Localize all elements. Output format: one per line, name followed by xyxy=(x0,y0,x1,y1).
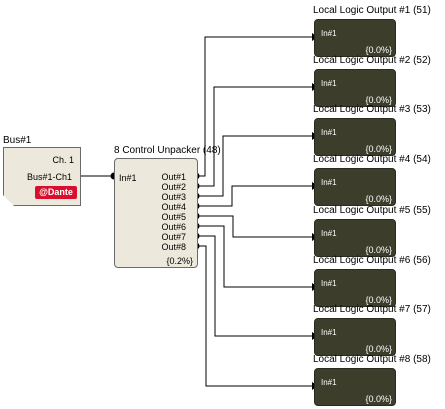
logic-output-status: {0.0%} xyxy=(365,344,392,354)
bus-port-label: Bus#1-Ch1 xyxy=(26,172,72,182)
unpacker-output-label: Out#6 xyxy=(161,222,186,232)
logic-output-title: Local Logic Output #1 (51) xyxy=(313,5,431,16)
unpacker-output-label: Out#7 xyxy=(161,232,186,242)
logic-output-block[interactable]: In#1 {0.0%} xyxy=(314,168,396,206)
unpacker-output-label: Out#4 xyxy=(161,202,186,212)
wire-out7 xyxy=(196,235,312,337)
logic-output-input-label: In#1 xyxy=(321,29,337,38)
logic-output-title: Local Logic Output #5 (55) xyxy=(313,205,431,216)
logic-output-block[interactable]: In#1 {0.0%} xyxy=(314,318,396,356)
logic-output-input-label: In#1 xyxy=(321,229,337,238)
wire-out6 xyxy=(196,225,312,288)
unpacker-status: {0.2%} xyxy=(166,256,193,266)
unpacker-input-label: In#1 xyxy=(119,173,137,183)
logic-output-title: Local Logic Output #4 (54) xyxy=(313,154,431,165)
logic-output-block[interactable]: In#1 {0.0%} xyxy=(314,19,396,57)
bus-block[interactable]: Ch. 1 Bus#1-Ch1 @Dante xyxy=(3,147,81,206)
logic-output-title: Local Logic Output #2 (52) xyxy=(313,55,431,66)
logic-output-input-label: In#1 xyxy=(321,79,337,88)
logic-output-status: {0.0%} xyxy=(365,394,392,404)
bus-title: Bus#1 xyxy=(3,135,32,146)
control-unpacker-block[interactable]: In#1 Out#1 Out#2 Out#3 Out#4 Out#5 Out#6… xyxy=(114,158,198,268)
logic-output-block[interactable]: In#1 {0.0%} xyxy=(314,118,396,156)
logic-output-block[interactable]: In#1 {0.0%} xyxy=(314,269,396,307)
logic-output-input-label: In#1 xyxy=(321,128,337,137)
unpacker-output-label: Out#3 xyxy=(161,192,186,202)
logic-output-title: Local Logic Output #7 (57) xyxy=(313,304,431,315)
unpacker-title: 8 Control Unpacker (48) xyxy=(114,145,221,156)
unpacker-output-label: Out#2 xyxy=(161,182,186,192)
logic-output-input-label: In#1 xyxy=(321,178,337,187)
logic-output-input-label: In#1 xyxy=(321,378,337,387)
logic-output-input-label: In#1 xyxy=(321,279,337,288)
unpacker-output-label: Out#8 xyxy=(161,242,186,252)
logic-output-status: {0.0%} xyxy=(365,194,392,204)
logic-output-status: {0.0%} xyxy=(365,245,392,255)
logic-output-status: {0.0%} xyxy=(365,144,392,154)
wire-out8 xyxy=(196,245,312,387)
logic-output-block[interactable]: In#1 {0.0%} xyxy=(314,219,396,257)
logic-output-status: {0.0%} xyxy=(365,45,392,55)
bus-channel-label: Ch. 1 xyxy=(52,155,74,165)
logic-output-block[interactable]: In#1 {0.0%} xyxy=(314,69,396,107)
logic-output-input-label: In#1 xyxy=(321,328,337,337)
logic-output-title: Local Logic Output #8 (58) xyxy=(313,354,431,365)
unpacker-output-label: Out#1 xyxy=(161,172,186,182)
logic-output-title: Local Logic Output #6 (56) xyxy=(313,255,431,266)
dante-badge: @Dante xyxy=(35,186,77,199)
logic-output-block[interactable]: In#1 {0.0%} xyxy=(314,368,396,406)
unpacker-output-label: Out#5 xyxy=(161,212,186,222)
logic-output-title: Local Logic Output #3 (53) xyxy=(313,104,431,115)
